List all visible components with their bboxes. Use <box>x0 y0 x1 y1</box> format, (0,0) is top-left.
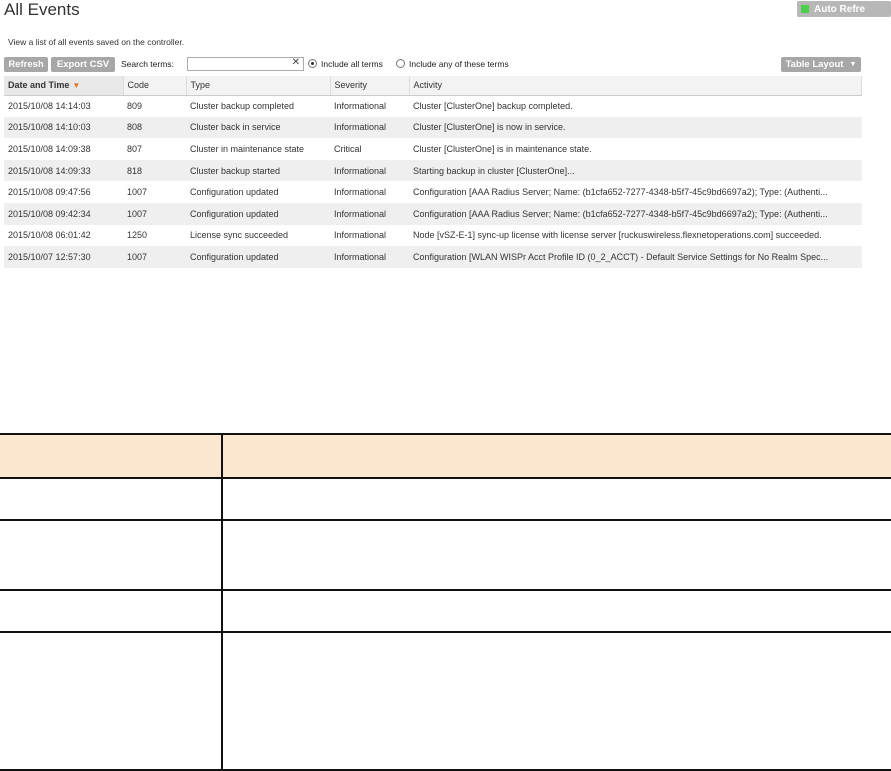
status-dot-icon <box>801 5 809 13</box>
cell-severity: Informational <box>330 159 409 182</box>
cell-code: 1007 <box>123 246 186 268</box>
cell-activity: Configuration [AAA Radius Server; Name: … <box>409 202 862 225</box>
cell-activity: Cluster [ClusterOne] is in maintenance s… <box>413 143 592 154</box>
cell-code: 818 <box>123 159 186 182</box>
cell-severity: Informational <box>334 101 387 112</box>
reference-cell <box>222 589 891 632</box>
refresh-button[interactable]: Refresh <box>4 57 48 72</box>
cell-severity: Informational <box>334 187 387 198</box>
cell-type: License sync succeeded <box>190 230 289 241</box>
cell-type: Cluster in maintenance state <box>190 143 305 154</box>
column-header-activity[interactable]: Activity <box>409 76 862 96</box>
reference-table <box>0 433 891 771</box>
table-layout-button[interactable]: Table Layout ▼ <box>781 57 861 72</box>
table-header-row: Date and Time ▼ Code Type Severity Activi… <box>4 76 862 96</box>
reference-header-cell <box>0 433 223 478</box>
auto-refresh-toggle[interactable]: Auto Refre <box>797 1 891 17</box>
clear-search-icon[interactable]: ✕ <box>292 57 300 68</box>
reference-cell <box>222 519 891 590</box>
cell-code: 809 <box>127 101 143 112</box>
cell-activity: Starting backup in cluster [ClusterOne].… <box>409 159 862 182</box>
page-subtitle: View a list of all events saved on the c… <box>8 37 185 47</box>
reference-table-header <box>0 433 891 478</box>
reference-header-cell <box>222 433 891 478</box>
include-any-terms-radio[interactable] <box>396 59 405 68</box>
cell-severity: Informational <box>334 230 387 241</box>
table-row[interactable]: 2015/10/08 14:10:03 808 Cluster back in … <box>4 116 862 139</box>
cell-date-time: 2015/10/07 12:57:30 <box>4 246 123 268</box>
toolbar: Refresh Export CSV Search terms: ✕ Inclu… <box>4 57 862 74</box>
reference-cell <box>0 519 223 590</box>
include-all-terms-radio[interactable] <box>308 59 317 68</box>
cell-date-time: 2015/10/08 09:47:56 <box>8 187 91 198</box>
search-label: Search terms: <box>121 59 174 69</box>
cell-code: 808 <box>123 116 186 139</box>
column-header-severity[interactable]: Severity <box>330 76 410 96</box>
cell-severity: Informational <box>330 202 409 225</box>
reference-table-row <box>0 519 891 590</box>
cell-type: Cluster back in service <box>186 116 330 139</box>
reference-table-row <box>0 631 891 771</box>
cell-severity: Informational <box>330 246 409 268</box>
cell-code: 1007 <box>127 187 148 198</box>
table-row[interactable]: 2015/10/07 12:57:30 1007 Configuration u… <box>4 246 862 268</box>
table-row[interactable]: 2015/10/08 06:01:42 1250 License sync su… <box>4 225 862 247</box>
column-header-code[interactable]: Code <box>123 76 187 96</box>
search-input[interactable] <box>188 62 290 74</box>
cell-date-time: 2015/10/08 14:14:03 <box>8 101 91 112</box>
table-row[interactable]: 2015/10/08 09:42:34 1007 Configuration u… <box>4 202 862 225</box>
cell-type: Configuration updated <box>186 202 330 225</box>
cell-severity: Informational <box>330 116 409 139</box>
table-row[interactable]: 2015/10/08 14:09:38 807 Cluster in maint… <box>4 138 862 160</box>
cell-code: 1250 <box>127 230 148 241</box>
cell-date-time: 2015/10/08 06:01:42 <box>8 230 91 241</box>
reference-cell <box>222 631 891 771</box>
cell-activity: Configuration [WLAN WISPr Acct Profile I… <box>409 246 862 268</box>
include-all-terms-label: Include all terms <box>321 59 383 69</box>
reference-table-row <box>0 477 891 520</box>
events-table: Date and Time ▼ Code Type Severity Activi… <box>4 76 862 268</box>
reference-cell <box>0 631 223 771</box>
cell-date-time: 2015/10/08 14:10:03 <box>4 116 123 139</box>
reference-cell <box>222 477 891 520</box>
caret-down-icon: ▼ <box>849 61 857 68</box>
page-title: All Events <box>4 0 80 19</box>
cell-code: 1007 <box>123 202 186 225</box>
search-box: ✕ <box>187 57 304 74</box>
cell-activity: Cluster [ClusterOne] is now in service. <box>409 116 862 139</box>
reference-table-row <box>0 589 891 632</box>
cell-type: Cluster backup started <box>186 159 330 182</box>
cell-activity: Node [vSZ-E-1] sync-up license with lice… <box>413 230 822 241</box>
include-any-terms-label: Include any of these terms <box>409 59 509 69</box>
export-csv-button[interactable]: Export CSV <box>51 57 115 72</box>
sort-descending-icon: ▼ <box>72 81 81 91</box>
cell-date-time: 2015/10/08 09:42:34 <box>4 202 123 225</box>
cell-activity: Cluster [ClusterOne] backup completed. <box>413 101 573 112</box>
cell-type: Configuration updated <box>186 246 330 268</box>
cell-activity: Configuration [AAA Radius Server; Name: … <box>413 187 828 198</box>
table-layout-label: Table Layout <box>785 59 844 70</box>
column-header-type[interactable]: Type <box>186 76 331 96</box>
table-row[interactable]: 2015/10/08 14:09:33 818 Cluster backup s… <box>4 159 862 182</box>
cell-date-time: 2015/10/08 14:09:33 <box>4 159 123 182</box>
cell-date-time: 2015/10/08 14:09:38 <box>8 143 91 154</box>
cell-type: Cluster backup completed <box>190 101 295 112</box>
table-row[interactable]: 2015/10/08 09:47:56 1007 Configuration u… <box>4 181 862 203</box>
cell-type: Configuration updated <box>190 187 279 198</box>
reference-cell <box>0 589 223 632</box>
reference-cell <box>0 477 223 520</box>
table-row[interactable]: 2015/10/08 14:14:03 809 Cluster backup c… <box>4 95 862 117</box>
cell-code: 807 <box>127 143 143 154</box>
column-header-date-time[interactable]: Date and Time ▼ <box>4 76 124 96</box>
auto-refresh-label: Auto Refre <box>814 3 866 15</box>
cell-severity: Critical <box>334 143 362 154</box>
